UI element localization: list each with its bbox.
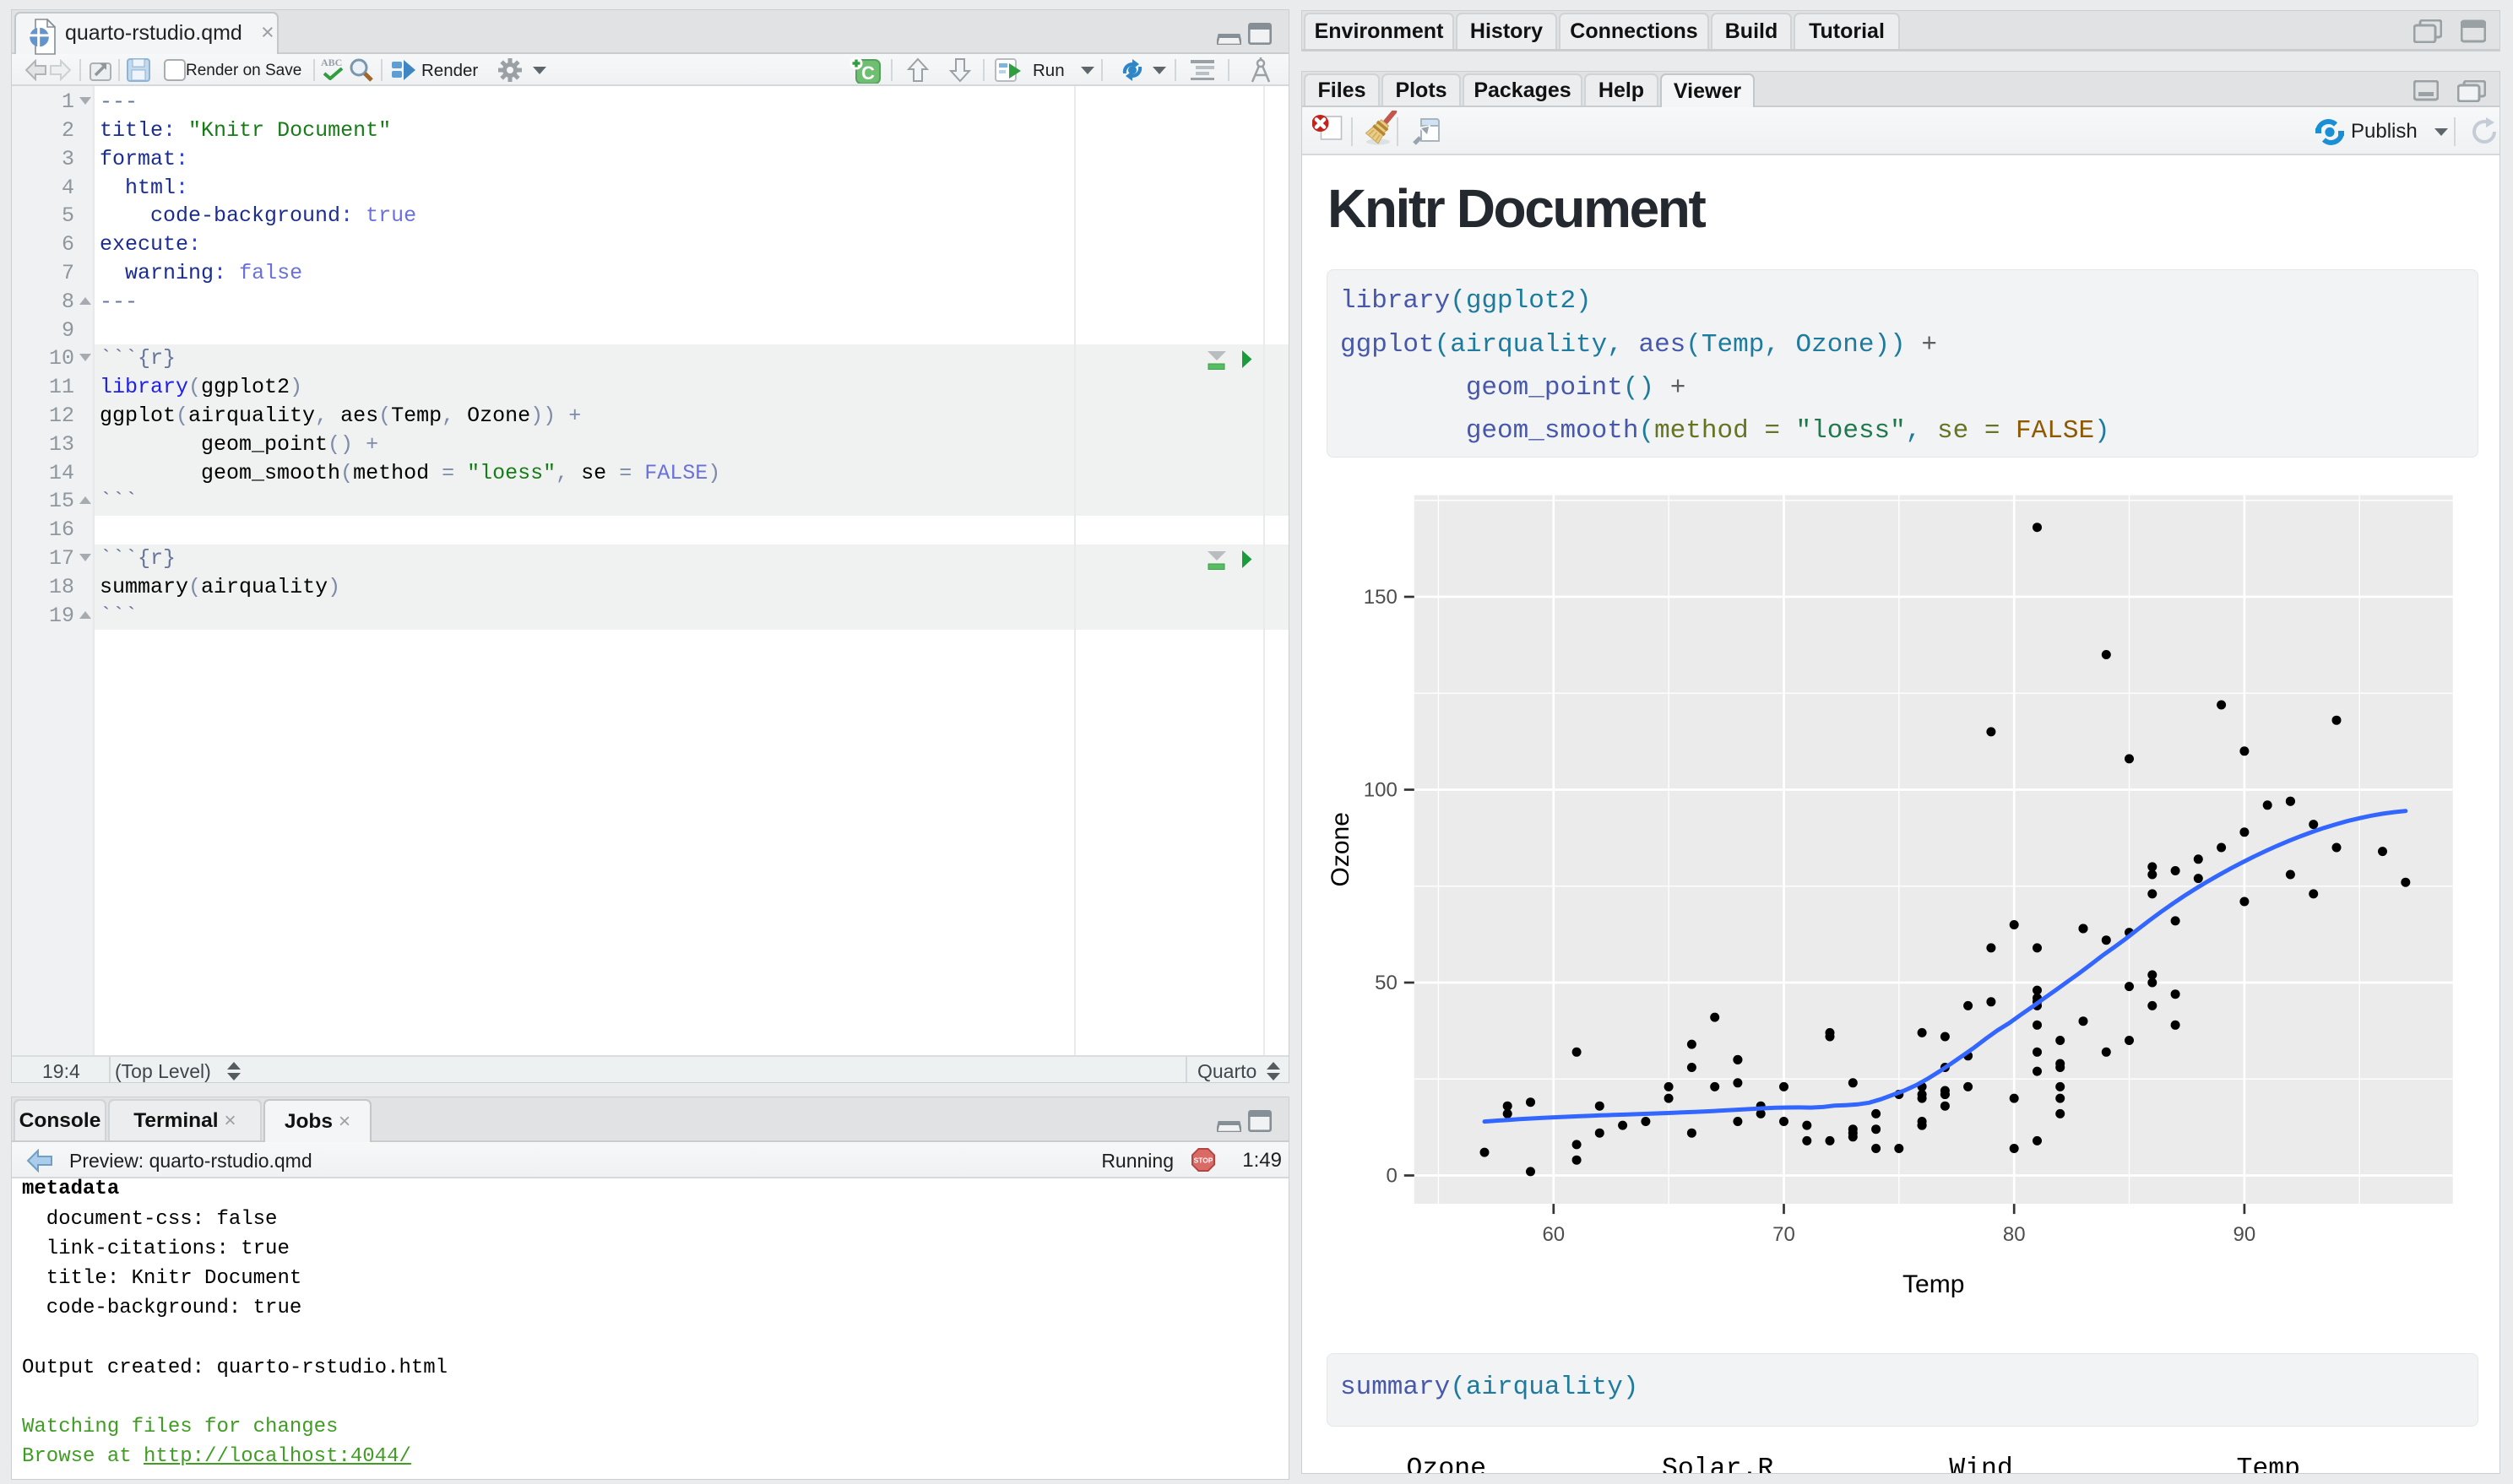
svg-text:100: 100 (1364, 779, 1398, 802)
svg-text:0: 0 (1386, 1165, 1397, 1188)
svg-text:Ozone: Ozone (1327, 812, 1354, 886)
svg-text:70: 70 (1772, 1223, 1795, 1246)
svg-text:C: C (861, 62, 875, 84)
svg-text:STOP: STOP (1194, 1156, 1213, 1165)
svg-text:50: 50 (1375, 972, 1398, 994)
svg-text:90: 90 (2233, 1223, 2256, 1246)
svg-text:Temp: Temp (1902, 1270, 1964, 1298)
svg-text:150: 150 (1364, 586, 1398, 609)
svg-text:60: 60 (1542, 1223, 1565, 1246)
svg-text:80: 80 (2003, 1223, 2026, 1246)
